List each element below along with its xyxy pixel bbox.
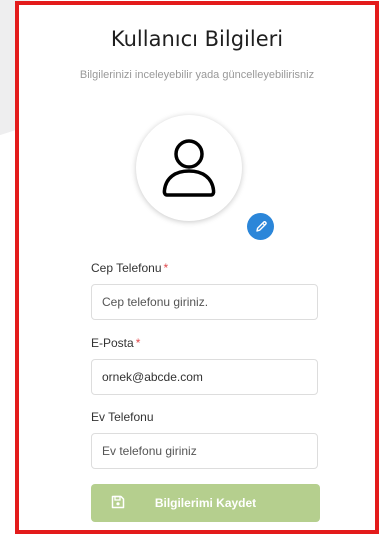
save-button[interactable]: Bilgilerimi Kaydet [91,484,320,522]
page-subtitle: Bilgilerinizi inceleyebilir yada güncell… [79,69,315,81]
mobile-phone-input[interactable] [91,284,318,320]
avatar-container [136,115,274,240]
mobile-label: Cep Telefonu * [91,261,168,275]
page: Kullanıcı Bilgileri Bilgilerinizi incele… [0,0,390,535]
mobile-label-text: Cep Telefonu [91,261,162,275]
email-input[interactable] [91,359,318,395]
user-info-card: Kullanıcı Bilgileri Bilgilerinizi incele… [15,1,379,534]
user-icon [162,139,216,197]
avatar [136,115,242,221]
email-label: E-Posta * [91,336,140,350]
floppy-disk-icon [111,495,125,509]
home-phone-input[interactable] [91,433,318,469]
email-label-text: E-Posta [91,336,134,350]
home-phone-label-text: Ev Telefonu [91,410,154,424]
page-title: Kullanıcı Bilgileri [110,27,284,51]
home-phone-label: Ev Telefonu [91,410,154,424]
save-button-label: Bilgilerimi Kaydet [154,496,257,510]
required-mark: * [163,261,169,275]
edit-avatar-button[interactable] [247,213,274,240]
pencil-icon [255,220,267,232]
required-mark: * [135,336,141,350]
